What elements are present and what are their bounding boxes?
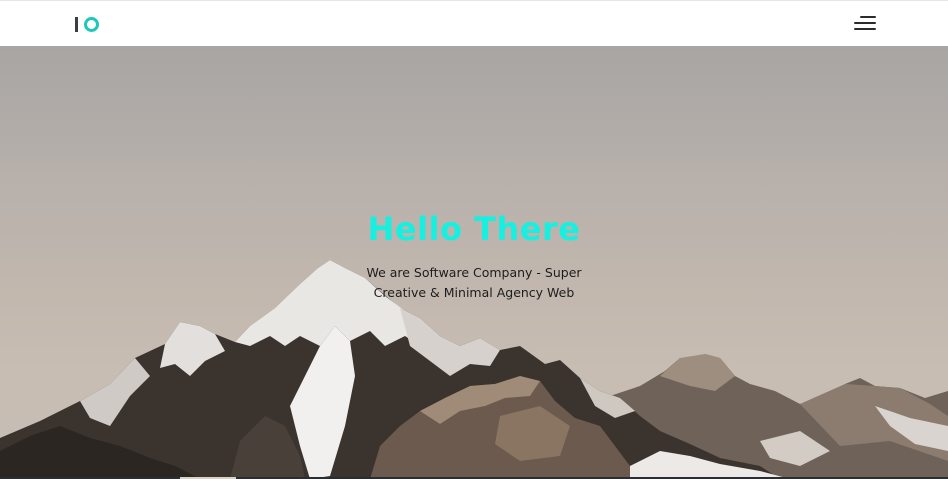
logo-icon[interactable] (75, 15, 99, 33)
hero-subtitle: We are Software Company - Super Creative… (354, 263, 594, 303)
hero-subtitle-line1: We are Software Company - Super (366, 265, 582, 280)
logo-ring (84, 16, 99, 32)
hero-title: Hello There (367, 210, 581, 248)
hamburger-menu-icon[interactable] (852, 14, 876, 32)
top-navbar (0, 0, 948, 46)
logo-bar (75, 16, 78, 32)
hero-section: Hello There We are Software Company - Su… (0, 46, 948, 479)
hero-subtitle-line2: Creative & Minimal Agency Web (373, 285, 575, 300)
